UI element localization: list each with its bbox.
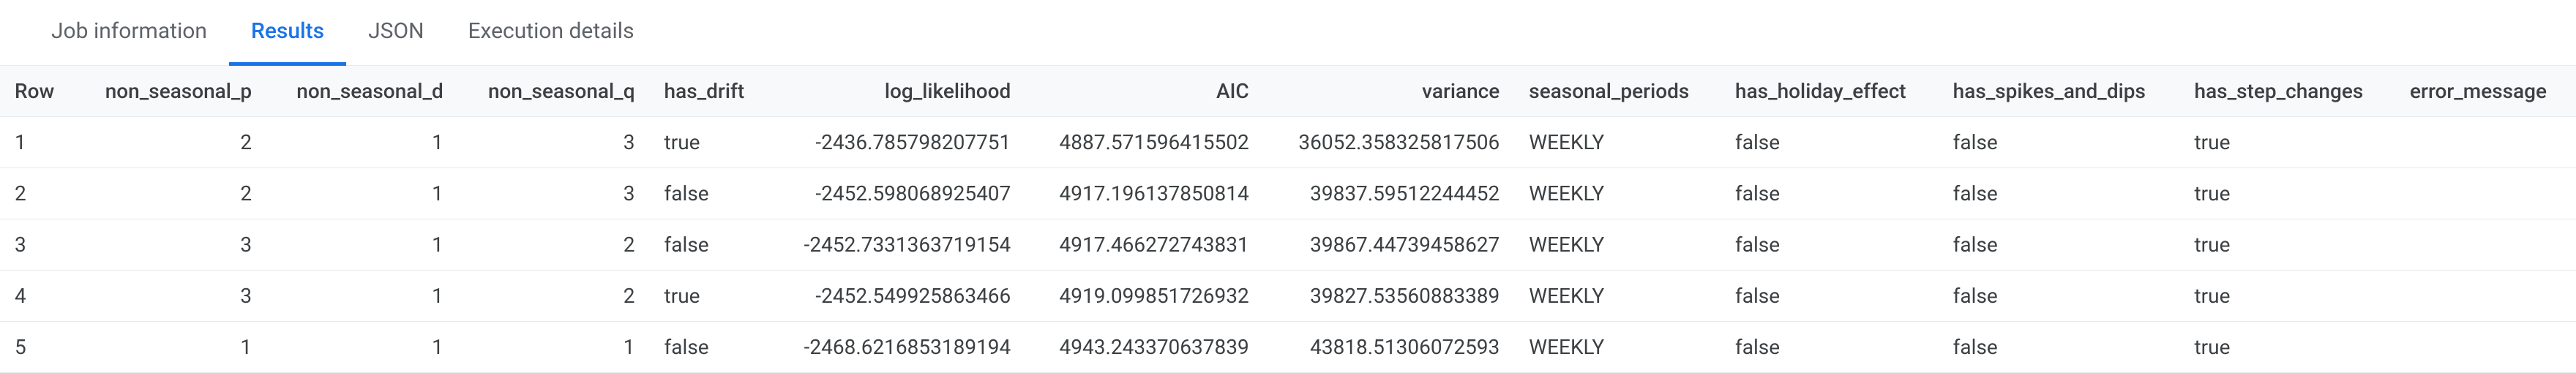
col-aic[interactable]: AIC: [1025, 66, 1263, 117]
cell-variance: 36052.358325817506: [1264, 117, 1515, 168]
results-table-wrapper: Row non_seasonal_p non_seasonal_d non_se…: [0, 66, 2576, 373]
cell-non_seasonal_d: 1: [266, 322, 458, 373]
cell-has_drift: false: [650, 219, 769, 271]
cell-log_likelihood: -2436.785798207751: [768, 117, 1025, 168]
cell-non_seasonal_d: 1: [266, 168, 458, 219]
cell-row: 5: [0, 322, 75, 373]
cell-non_seasonal_d: 1: [266, 271, 458, 322]
cell-non_seasonal_p: 3: [75, 219, 267, 271]
cell-variance: 39837.59512244452: [1264, 168, 1515, 219]
cell-row: 4: [0, 271, 75, 322]
cell-has_step_changes: true: [2180, 219, 2396, 271]
cell-aic: 4919.099851726932: [1025, 271, 1263, 322]
cell-has_holiday_effect: false: [1721, 271, 1939, 322]
cell-has_step_changes: true: [2180, 271, 2396, 322]
col-has-spikes-and-dips[interactable]: has_spikes_and_dips: [1939, 66, 2180, 117]
cell-variance: 39867.44739458627: [1264, 219, 1515, 271]
col-non-seasonal-d[interactable]: non_seasonal_d: [266, 66, 458, 117]
cell-non_seasonal_p: 3: [75, 271, 267, 322]
cell-non_seasonal_d: 1: [266, 117, 458, 168]
cell-error_message: [2395, 219, 2576, 271]
cell-has_holiday_effect: false: [1721, 322, 1939, 373]
col-seasonal-periods[interactable]: seasonal_periods: [1514, 66, 1721, 117]
col-variance[interactable]: variance: [1264, 66, 1515, 117]
cell-non_seasonal_q: 1: [458, 322, 650, 373]
cell-row: 1: [0, 117, 75, 168]
cell-seasonal_periods: WEEKLY: [1514, 322, 1721, 373]
col-non-seasonal-p[interactable]: non_seasonal_p: [75, 66, 267, 117]
cell-aic: 4917.466272743831: [1025, 219, 1263, 271]
cell-aic: 4917.196137850814: [1025, 168, 1263, 219]
cell-has_spikes_and_dips: false: [1939, 322, 2180, 373]
cell-variance: 39827.53560883389: [1264, 271, 1515, 322]
cell-non_seasonal_q: 3: [458, 117, 650, 168]
cell-non_seasonal_p: 2: [75, 168, 267, 219]
cell-has_drift: true: [650, 117, 769, 168]
cell-seasonal_periods: WEEKLY: [1514, 168, 1721, 219]
col-non-seasonal-q[interactable]: non_seasonal_q: [458, 66, 650, 117]
cell-has_drift: false: [650, 168, 769, 219]
cell-aic: 4943.243370637839: [1025, 322, 1263, 373]
tab-json[interactable]: JSON: [346, 1, 446, 66]
tab-bar: Job information Results JSON Execution d…: [0, 0, 2576, 66]
cell-has_holiday_effect: false: [1721, 219, 1939, 271]
cell-has_spikes_and_dips: false: [1939, 117, 2180, 168]
cell-seasonal_periods: WEEKLY: [1514, 219, 1721, 271]
cell-has_spikes_and_dips: false: [1939, 271, 2180, 322]
cell-has_holiday_effect: false: [1721, 168, 1939, 219]
cell-has_step_changes: true: [2180, 168, 2396, 219]
col-has-drift[interactable]: has_drift: [650, 66, 769, 117]
tab-results[interactable]: Results: [229, 1, 346, 66]
cell-has_spikes_and_dips: false: [1939, 168, 2180, 219]
cell-non_seasonal_q: 2: [458, 271, 650, 322]
cell-row: 2: [0, 168, 75, 219]
results-table: Row non_seasonal_p non_seasonal_d non_se…: [0, 66, 2576, 373]
table-header-row: Row non_seasonal_p non_seasonal_d non_se…: [0, 66, 2576, 117]
cell-has_step_changes: true: [2180, 322, 2396, 373]
cell-log_likelihood: -2452.549925863466: [768, 271, 1025, 322]
table-row[interactable]: 1213true-2436.7857982077514887.571596415…: [0, 117, 2576, 168]
cell-has_spikes_and_dips: false: [1939, 219, 2180, 271]
cell-log_likelihood: -2468.6216853189194: [768, 322, 1025, 373]
table-row[interactable]: 4312true-2452.5499258634664919.099851726…: [0, 271, 2576, 322]
tab-execution-details[interactable]: Execution details: [446, 1, 656, 66]
cell-has_drift: false: [650, 322, 769, 373]
col-log-likelihood[interactable]: log_likelihood: [768, 66, 1025, 117]
table-row[interactable]: 3312false-2452.73313637191544917.4662727…: [0, 219, 2576, 271]
cell-seasonal_periods: WEEKLY: [1514, 271, 1721, 322]
cell-error_message: [2395, 322, 2576, 373]
col-has-holiday-effect[interactable]: has_holiday_effect: [1721, 66, 1939, 117]
cell-non_seasonal_p: 2: [75, 117, 267, 168]
col-error-message[interactable]: error_message: [2395, 66, 2576, 117]
tab-job-information[interactable]: Job information: [29, 1, 229, 66]
cell-has_step_changes: true: [2180, 117, 2396, 168]
cell-non_seasonal_q: 2: [458, 219, 650, 271]
cell-row: 3: [0, 219, 75, 271]
cell-has_holiday_effect: false: [1721, 117, 1939, 168]
cell-error_message: [2395, 117, 2576, 168]
cell-error_message: [2395, 168, 2576, 219]
col-has-step-changes[interactable]: has_step_changes: [2180, 66, 2396, 117]
table-row[interactable]: 2213false-2452.5980689254074917.19613785…: [0, 168, 2576, 219]
col-row[interactable]: Row: [0, 66, 75, 117]
cell-seasonal_periods: WEEKLY: [1514, 117, 1721, 168]
cell-log_likelihood: -2452.598068925407: [768, 168, 1025, 219]
cell-log_likelihood: -2452.7331363719154: [768, 219, 1025, 271]
cell-non_seasonal_q: 3: [458, 168, 650, 219]
cell-aic: 4887.571596415502: [1025, 117, 1263, 168]
table-row[interactable]: 5111false-2468.62168531891944943.2433706…: [0, 322, 2576, 373]
cell-has_drift: true: [650, 271, 769, 322]
cell-error_message: [2395, 271, 2576, 322]
cell-non_seasonal_p: 1: [75, 322, 267, 373]
cell-variance: 43818.51306072593: [1264, 322, 1515, 373]
cell-non_seasonal_d: 1: [266, 219, 458, 271]
